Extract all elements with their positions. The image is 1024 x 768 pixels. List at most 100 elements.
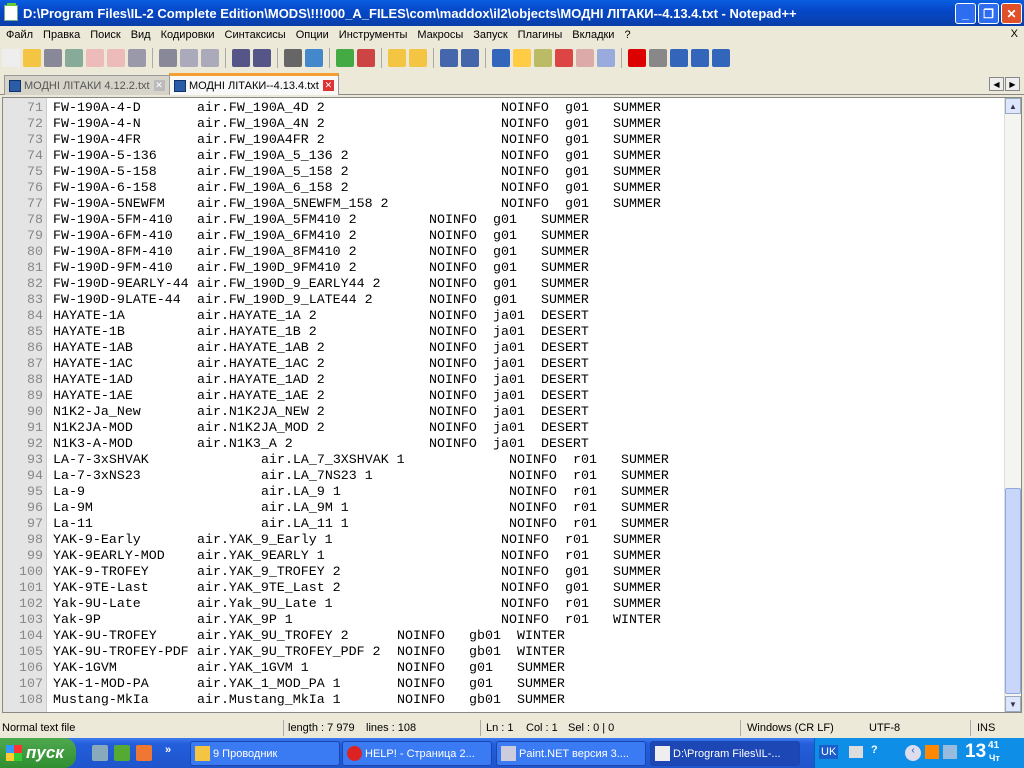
text-line[interactable]: 81 FW-190D-9FM-410 air.FW_190D_9FM410 2 NOI…	[3, 260, 1003, 276]
text-line[interactable]: 82 FW-190D-9EARLY-44 air.FW_190D_9_EARLY44…	[3, 276, 1003, 292]
text-line[interactable]: 86 HAYATE-1AB air.HAYATE_1AB 2 NOINFO ja01 DE…	[3, 340, 1003, 356]
text-line[interactable]: 106 YAK-1GVM air.YAK_1GVM 1 NOINFO g01 SUMMER	[3, 660, 1003, 676]
close-button[interactable]: ✕	[1001, 3, 1022, 24]
save-macro-icon[interactable]	[712, 49, 730, 67]
scrollbar-thumb[interactable]	[1005, 488, 1021, 694]
undo-icon[interactable]	[232, 49, 250, 67]
text-line[interactable]: 85 HAYATE-1B air.HAYATE_1B 2 NOINFO ja01 DESE…	[3, 324, 1003, 340]
text-line[interactable]: 96 La-9M air.LA_9M 1 NOINFO r01 SUMMER	[3, 500, 1003, 516]
redo-icon[interactable]	[253, 49, 271, 67]
user-lang-icon[interactable]	[513, 49, 531, 67]
menu-item[interactable]: ?	[620, 29, 636, 41]
menu-item[interactable]: Кодировки	[157, 29, 221, 41]
text-line[interactable]: 71 FW-190A-4-D air.FW_190A_4D 2 NOINFO g01 SU…	[3, 100, 1003, 116]
scroll-down-button[interactable]: ▼	[1005, 696, 1021, 712]
menu-item[interactable]: Вкладки	[568, 29, 620, 41]
quicklaunch-more[interactable]: »	[165, 744, 171, 756]
menu-item[interactable]: Инструменты	[335, 29, 414, 41]
text-line[interactable]: 94 La-7-3xNS23 air.LA_7NS23 1 NOINFO r01 SUMM…	[3, 468, 1003, 484]
paste-icon[interactable]	[201, 49, 219, 67]
cut-icon[interactable]	[159, 49, 177, 67]
tab-scroll-right-button[interactable]: ▶	[1005, 77, 1020, 91]
text-line[interactable]: 89 HAYATE-1AE air.HAYATE_1AE 2 NOINFO ja01 DE…	[3, 388, 1003, 404]
scroll-up-button[interactable]: ▲	[1005, 98, 1021, 114]
restore-button[interactable]: ❐	[978, 3, 999, 24]
menu-item[interactable]: Файл	[2, 29, 39, 41]
show-all-chars-icon[interactable]	[461, 49, 479, 67]
show-desktop-icon[interactable]	[92, 745, 108, 761]
stop-record-icon[interactable]	[649, 49, 667, 67]
minimize-button[interactable]: _	[955, 3, 976, 24]
zoom-in-icon[interactable]	[336, 49, 354, 67]
text-line[interactable]: 105 YAK-9U-TROFEY-PDF air.YAK_9U_TROFEY_PD…	[3, 644, 1003, 660]
text-line[interactable]: 84 HAYATE-1A air.HAYATE_1A 2 NOINFO ja01 DESE…	[3, 308, 1003, 324]
sync-horizontal-icon[interactable]	[409, 49, 427, 67]
text-line[interactable]: 104 YAK-9U-TROFEY air.YAK_9U_TROFEY 2 NOINF…	[3, 628, 1003, 644]
language-indicator[interactable]: UK	[819, 745, 839, 759]
tab-close-icon[interactable]: ✕	[153, 80, 165, 91]
media-player-icon[interactable]	[114, 745, 130, 761]
task-opera[interactable]: HELP! - Страница 2...	[342, 741, 492, 766]
menu-item[interactable]: Правка	[39, 29, 86, 41]
menu-item[interactable]: Вид	[127, 29, 157, 41]
avast-icon[interactable]	[925, 745, 939, 759]
keyboard-icon[interactable]	[849, 746, 863, 758]
text-line[interactable]: 76 FW-190A-6-158 air.FW_190A_6_158 2 NOINFO…	[3, 180, 1003, 196]
tab-modni-litaky-4-12-2[interactable]: МОДНІ ЛІТАКИ 4.12.2.txt ✕	[4, 75, 170, 95]
task-explorer[interactable]: 9 Проводник	[190, 741, 340, 766]
text-line[interactable]: 78 FW-190A-5FM-410 air.FW_190A_5FM410 2 NOI…	[3, 212, 1003, 228]
close-document-button[interactable]: X	[1011, 28, 1018, 40]
text-line[interactable]: 83 FW-190D-9LATE-44 air.FW_190D_9_LATE44 2…	[3, 292, 1003, 308]
text-line[interactable]: 75 FW-190A-5-158 air.FW_190A_5_158 2 NOINFO…	[3, 164, 1003, 180]
indent-guide-icon[interactable]	[492, 49, 510, 67]
text-line[interactable]: 92 N1K3-A-MOD air.N1K3_A 2 NOINFO ja01 DESERT	[3, 436, 1003, 452]
text-line[interactable]: 90 N1K2-Ja_New air.N1K2JA_NEW 2 NOINFO ja01 D…	[3, 404, 1003, 420]
menu-item[interactable]: Опции	[292, 29, 335, 41]
print-icon[interactable]	[128, 49, 146, 67]
task-paintnet[interactable]: Paint.NET версия 3....	[496, 741, 646, 766]
text-line[interactable]: 73 FW-190A-4FR air.FW_190A4FR 2 NOINFO g01 SU…	[3, 132, 1003, 148]
text-line[interactable]: 97 La-11 air.LA_11 1 NOINFO r01 SUMMER	[3, 516, 1003, 532]
folder-workspace-icon[interactable]	[576, 49, 594, 67]
start-button[interactable]: пуск	[0, 738, 76, 768]
text-line[interactable]: 103 Yak-9P air.YAK_9P 1 NOINFO r01 WINTER	[3, 612, 1003, 628]
tab-modni-litaky-4-13-4[interactable]: МОДНІ ЛІТАКИ--4.13.4.txt ✕	[169, 73, 339, 95]
text-line[interactable]: 102 Yak-9U-Late air.Yak_9U_Late 1 NOINFO r01…	[3, 596, 1003, 612]
new-file-icon[interactable]	[2, 49, 20, 67]
text-line[interactable]: 77 FW-190A-5NEWFM air.FW_190A_5NEWFM_158 2…	[3, 196, 1003, 212]
open-file-icon[interactable]	[23, 49, 41, 67]
tray-expand-icon[interactable]: ‹	[905, 745, 921, 761]
text-line[interactable]: 98 YAK-9-Early air.YAK_9_Early 1 NOINFO r01 S…	[3, 532, 1003, 548]
zoom-out-icon[interactable]	[357, 49, 375, 67]
text-line[interactable]: 72 FW-190A-4-N air.FW_190A_4N 2 NOINFO g01 SU…	[3, 116, 1003, 132]
text-line[interactable]: 93 LA-7-3xSHVAK air.LA_7_3XSHVAK 1 NOINFO r0…	[3, 452, 1003, 468]
close-icon[interactable]	[86, 49, 104, 67]
function-list-icon[interactable]	[555, 49, 573, 67]
menu-item[interactable]: Синтаксисы	[221, 29, 292, 41]
task-notepadpp[interactable]: D:\Program Files\IL-...	[650, 741, 800, 766]
text-line[interactable]: 95 La-9 air.LA_9 1 NOINFO r01 SUMMER	[3, 484, 1003, 500]
sync-vertical-icon[interactable]	[388, 49, 406, 67]
menu-item[interactable]: Запуск	[469, 29, 513, 41]
firefox-icon[interactable]	[136, 745, 152, 761]
tab-scroll-left-button[interactable]: ◀	[989, 77, 1004, 91]
text-line[interactable]: 107 YAK-1-MOD-PA air.YAK_1_MOD_PA 1 NOINFO g…	[3, 676, 1003, 692]
save-icon[interactable]	[44, 49, 62, 67]
menu-item[interactable]: Поиск	[86, 29, 126, 41]
text-line[interactable]: 80 FW-190A-8FM-410 air.FW_190A_8FM410 2 NOI…	[3, 244, 1003, 260]
text-line[interactable]: 99 YAK-9EARLY-MOD air.YAK_9EARLY 1 NOINFO r0…	[3, 548, 1003, 564]
text-line[interactable]: 100 YAK-9-TROFEY air.YAK_9_TROFEY 2 NOINFO g…	[3, 564, 1003, 580]
menu-item[interactable]: Плагины	[514, 29, 569, 41]
record-macro-icon[interactable]	[628, 49, 646, 67]
text-line[interactable]: 108 Mustang-MkIa air.Mustang_MkIa 1 NOINFO g…	[3, 692, 1003, 708]
text-line[interactable]: 88 HAYATE-1AD air.HAYATE_1AD 2 NOINFO ja01 DE…	[3, 372, 1003, 388]
vertical-scrollbar[interactable]: ▲ ▼	[1004, 98, 1021, 712]
find-icon[interactable]	[284, 49, 302, 67]
close-all-icon[interactable]	[107, 49, 125, 67]
replace-icon[interactable]	[305, 49, 323, 67]
text-line[interactable]: 87 HAYATE-1AC air.HAYATE_1AC 2 NOINFO ja01 DE…	[3, 356, 1003, 372]
doc-map-icon[interactable]	[534, 49, 552, 67]
menu-item[interactable]: Макросы	[413, 29, 469, 41]
word-wrap-icon[interactable]	[440, 49, 458, 67]
play-multiple-icon[interactable]	[691, 49, 709, 67]
